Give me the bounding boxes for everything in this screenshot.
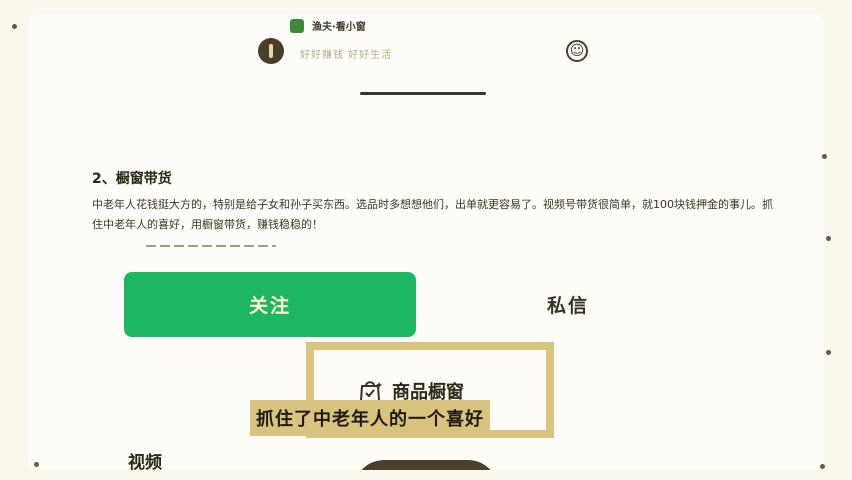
decor-dot xyxy=(826,350,831,355)
video-thumbnail[interactable] xyxy=(354,460,498,470)
smile-icon[interactable]: ☺ xyxy=(566,40,588,62)
tab-videos[interactable]: 视频 xyxy=(128,448,162,470)
subtitle-caption: 抓住了中老年人的一个喜好 xyxy=(250,400,490,436)
decor-dot xyxy=(826,236,831,241)
section-body: 中老年人花钱挺大方的，特别是给子女和孙子买东西。选品时多想想他们，出单就更容易了… xyxy=(92,198,773,231)
cut-off-text-line xyxy=(146,240,276,248)
decor-dot xyxy=(820,464,825,469)
top-bar: 渔夫·看小窗 xyxy=(290,18,366,33)
app-logo-icon xyxy=(290,18,304,33)
divider xyxy=(360,92,486,95)
profile-signature: 好好赚钱 好好生活 xyxy=(300,50,393,61)
section-title: 2、橱窗带货 xyxy=(92,171,172,187)
follow-button[interactable]: 关注 xyxy=(124,272,416,337)
app-name: 渔夫·看小窗 xyxy=(312,22,366,33)
avatar[interactable] xyxy=(258,38,284,64)
decor-dot xyxy=(34,462,39,467)
message-button[interactable]: 私信 xyxy=(518,286,618,322)
decor-dot xyxy=(822,154,827,159)
decor-dot xyxy=(12,24,17,29)
